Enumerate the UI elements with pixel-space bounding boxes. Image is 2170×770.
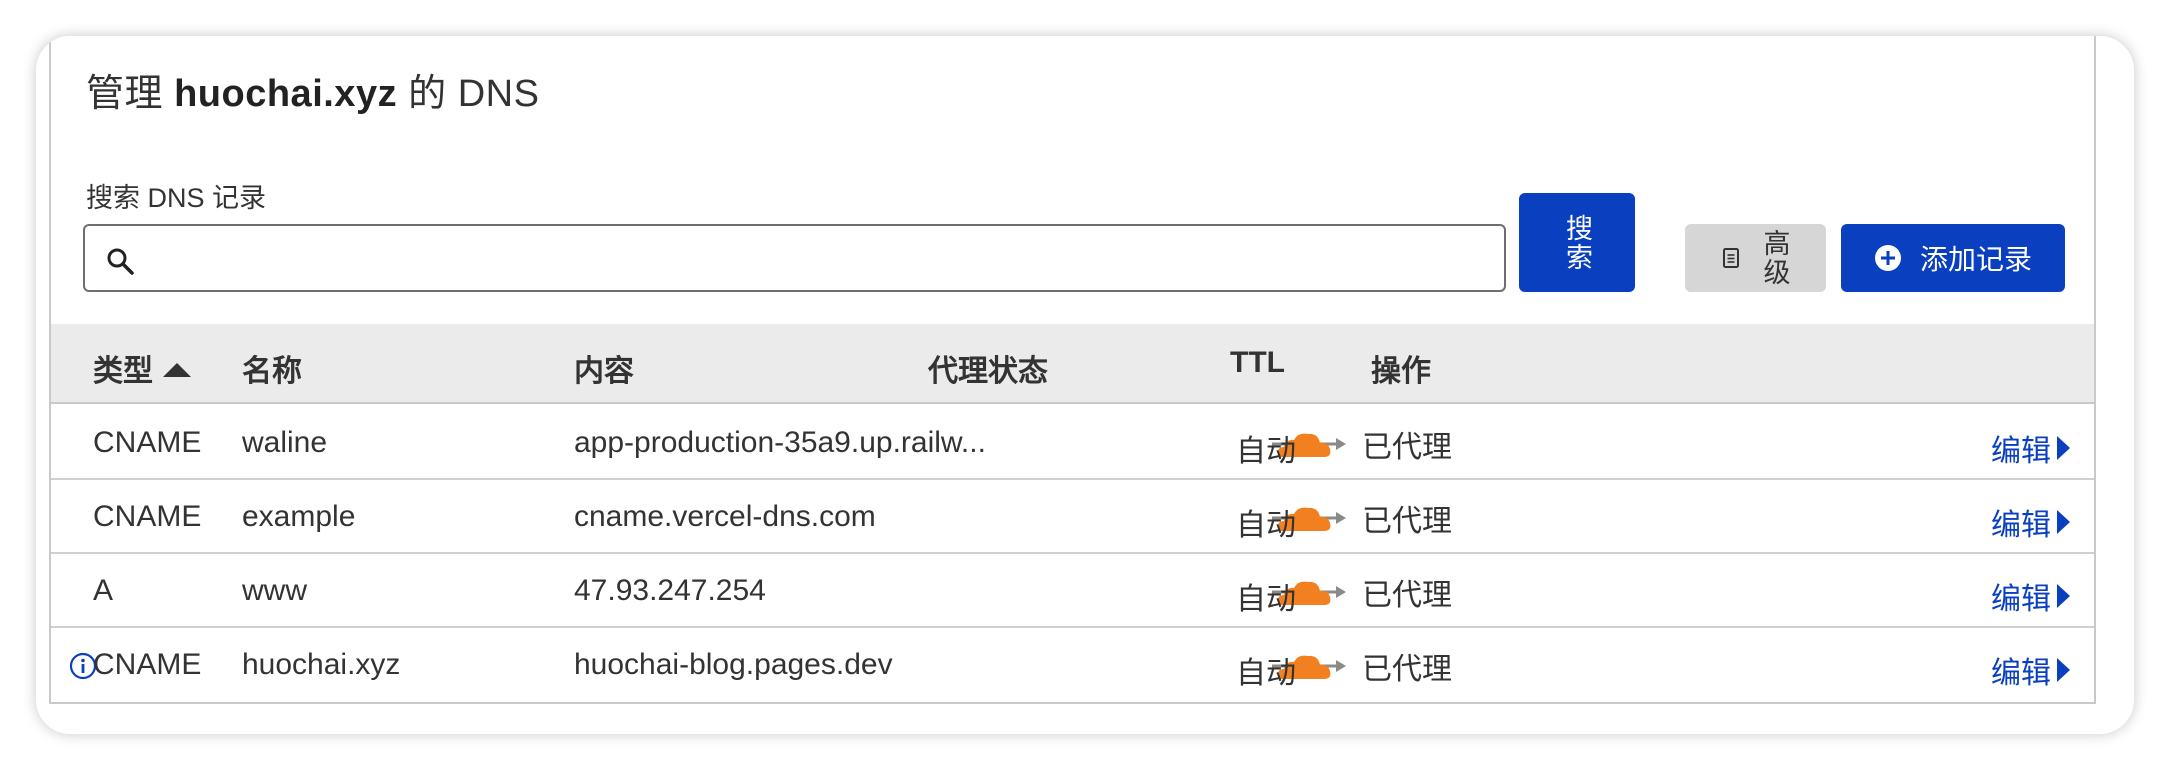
search-label: 搜索 DNS 记录 bbox=[86, 183, 267, 213]
edit-label: 编辑 bbox=[1991, 435, 2051, 468]
advanced-button-label: 高级 bbox=[1759, 229, 1790, 287]
proxy-status: 已代理 bbox=[1272, 570, 1452, 614]
chevron-right-icon bbox=[2057, 436, 2070, 460]
proxy-status-label: 已代理 bbox=[1362, 579, 1452, 612]
proxy-status: 已代理 bbox=[1272, 496, 1452, 540]
search-button-label: 搜索 bbox=[1562, 213, 1592, 272]
search-icon bbox=[107, 248, 134, 275]
column-header-actions: 操作 bbox=[1371, 355, 1431, 388]
cell-ttl: 自动 bbox=[1236, 657, 1296, 690]
cell-ttl: 自动 bbox=[1236, 509, 1296, 542]
cell-content: cname.vercel-dns.com bbox=[574, 500, 876, 533]
table-row: CNAME example cname.vercel-dns.com 已代理 自动 编辑 bbox=[51, 480, 2094, 554]
sort-ascending-icon bbox=[163, 363, 191, 377]
column-header-ttl[interactable]: TTL bbox=[1230, 346, 1285, 380]
cell-content: 47.93.247.254 bbox=[574, 574, 766, 607]
column-header-name[interactable]: 名称 bbox=[242, 346, 302, 390]
cell-ttl: 自动 bbox=[1236, 435, 1296, 468]
cell-type: CNAME bbox=[93, 426, 202, 459]
column-header-content[interactable]: 内容 bbox=[574, 346, 634, 390]
column-header-proxy-status[interactable]: 代理状态 bbox=[928, 346, 1048, 390]
plus-circle-icon bbox=[1874, 245, 1901, 271]
chevron-right-icon bbox=[2057, 584, 2070, 608]
dns-management-panel: 管理 huochai.xyz 的 DNS 搜索 DNS 记录 搜索 高级 添加记… bbox=[49, 36, 2096, 704]
document-icon bbox=[1722, 248, 1739, 268]
edit-link[interactable]: 编辑 bbox=[1991, 426, 2070, 470]
edit-link[interactable]: 编辑 bbox=[1991, 574, 2070, 618]
proxy-status-label: 已代理 bbox=[1362, 431, 1452, 464]
search-button[interactable]: 搜索 bbox=[1519, 193, 1635, 292]
title-domain: huochai.xyz bbox=[174, 73, 398, 115]
search-input[interactable] bbox=[149, 232, 1489, 284]
proxy-status: 已代理 bbox=[1272, 422, 1452, 466]
search-field[interactable] bbox=[83, 224, 1506, 292]
proxy-status: 已代理 bbox=[1272, 644, 1452, 688]
cell-type: CNAME bbox=[93, 648, 202, 681]
proxy-status-label: 已代理 bbox=[1362, 505, 1452, 538]
edit-label: 编辑 bbox=[1991, 657, 2051, 690]
edit-link[interactable]: 编辑 bbox=[1991, 500, 2070, 544]
cell-content: app-production-35a9.up.railw... bbox=[574, 426, 986, 459]
table-header: 类型 名称 内容 代理状态 TTL 操作 bbox=[51, 324, 2094, 404]
chevron-right-icon bbox=[2057, 510, 2070, 534]
proxy-status-label: 已代理 bbox=[1362, 653, 1452, 686]
chevron-right-icon bbox=[2057, 658, 2070, 682]
cell-type: CNAME bbox=[93, 500, 202, 533]
edit-label: 编辑 bbox=[1991, 583, 2051, 616]
cell-ttl: 自动 bbox=[1236, 583, 1296, 616]
table-row: Awww 47.93.247.254 已代理 自动 编辑 bbox=[51, 554, 2094, 628]
cell-name: www bbox=[242, 574, 307, 607]
cell-name: waline bbox=[242, 426, 328, 459]
table-row: CNAME huochai.xyz huochai-blog.pages.dev 已代… bbox=[51, 628, 2094, 702]
cell-type: A bbox=[93, 574, 114, 607]
column-type-label: 类型 bbox=[93, 355, 153, 388]
cell-content: huochai-blog.pages.dev bbox=[574, 648, 893, 681]
column-header-type[interactable]: 类型 bbox=[93, 346, 191, 390]
add-record-label: 添加记录 bbox=[1919, 244, 2032, 275]
advanced-button[interactable]: 高级 bbox=[1685, 224, 1826, 292]
edit-link[interactable]: 编辑 bbox=[1991, 648, 2070, 692]
add-record-button[interactable]: 添加记录 bbox=[1841, 224, 2065, 292]
table-row: CNAME waline app-production-35a9.up.railw.… bbox=[51, 406, 2094, 480]
cell-name: example bbox=[242, 500, 356, 533]
page-title: 管理 huochai.xyz 的 DNS bbox=[86, 62, 539, 117]
title-prefix: 管理 bbox=[86, 73, 164, 115]
cell-name: huochai.xyz bbox=[242, 648, 401, 681]
dns-card: 管理 huochai.xyz 的 DNS 搜索 DNS 记录 搜索 高级 添加记… bbox=[36, 36, 2134, 734]
title-suffix: 的 DNS bbox=[408, 73, 540, 115]
edit-label: 编辑 bbox=[1991, 509, 2051, 542]
